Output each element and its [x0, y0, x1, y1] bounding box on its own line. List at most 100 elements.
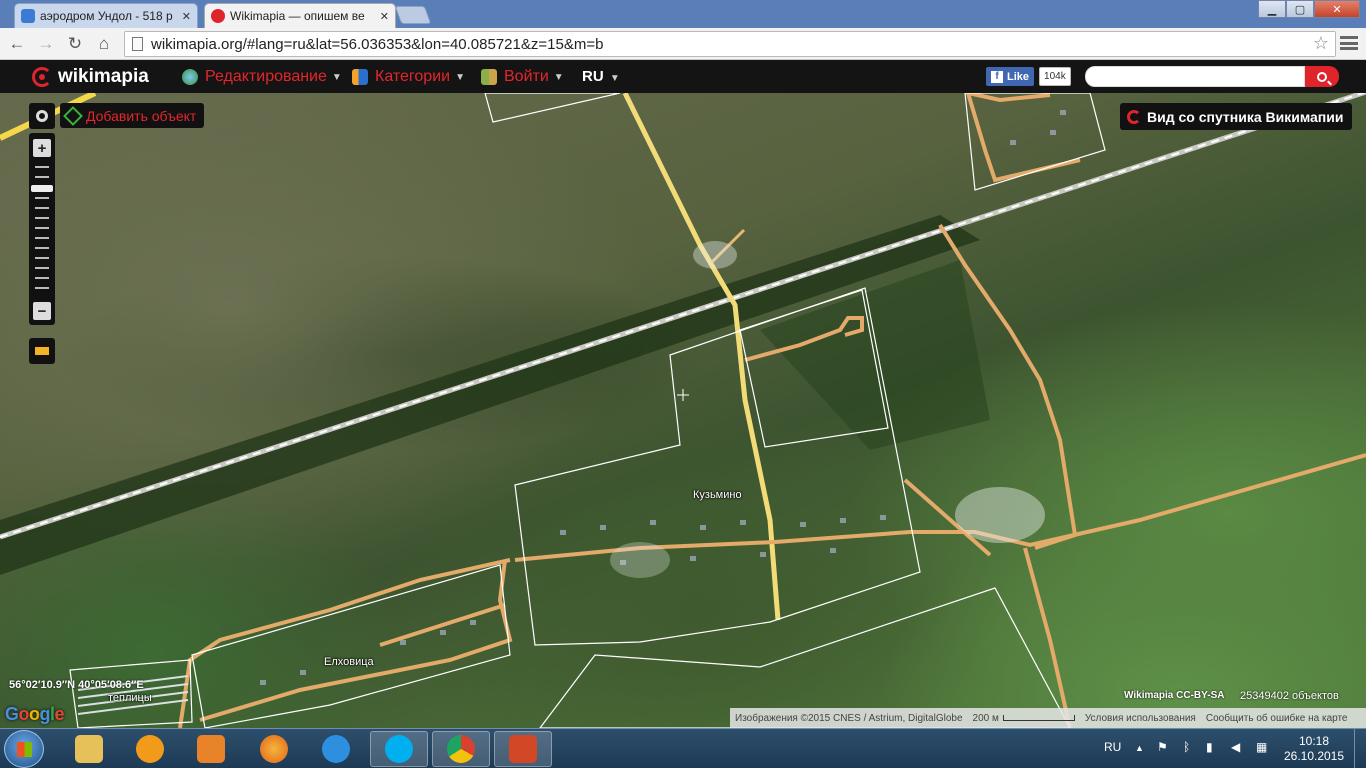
tab-title: аэродром Ундол - 518 р [40, 9, 173, 23]
login-door-icon [481, 69, 497, 85]
taskbar-video-player[interactable] [182, 731, 240, 767]
tab-wikimapia[interactable]: Wikimapia — опишем ве ✕ [204, 3, 396, 28]
taskbar-firefox[interactable] [245, 731, 303, 767]
windows-taskbar: RU ▲ ⚑ ᛒ ▮ ◀ ▦ 10:18 26.10.2015 [0, 728, 1366, 768]
slides-icon [509, 735, 537, 763]
scale-line [1002, 715, 1075, 721]
system-clock[interactable]: 10:18 26.10.2015 [1282, 734, 1346, 764]
satellite-view-button[interactable]: Вид со спутника Викимапии [1120, 103, 1353, 130]
network-icon[interactable]: ▦ [1256, 740, 1267, 754]
search-icon [1317, 71, 1327, 82]
add-object-button[interactable]: Добавить объект [60, 103, 205, 128]
map-canvas[interactable]: Кузьмино Елховица теплицы [0, 93, 1366, 728]
license-link[interactable]: Wikimapia CC-BY-SA [1124, 690, 1224, 701]
zoom-tick [35, 197, 49, 199]
zoom-tick [35, 277, 49, 279]
map-overlay [0, 93, 1366, 728]
tab-title: Wikimapia — опишем ве [230, 9, 365, 23]
facebook-like-button[interactable]: f Like [986, 67, 1035, 86]
close-tab-icon[interactable]: ✕ [182, 10, 191, 23]
zoom-in-button[interactable]: + [33, 139, 51, 157]
taskbar-explorer[interactable] [60, 731, 118, 767]
input-language[interactable]: RU [1104, 740, 1121, 754]
logo-letter: o [18, 704, 30, 724]
chrome-icon [447, 735, 475, 763]
back-button[interactable]: ← [6, 33, 28, 55]
taskbar-internet-explorer[interactable] [307, 731, 365, 767]
taskbar-presentation[interactable] [494, 731, 552, 767]
page-icon [132, 37, 143, 51]
place-label-kuzmino[interactable]: Кузьмино [693, 489, 742, 501]
maximize-button[interactable]: ▢ [1286, 0, 1314, 18]
volume-icon[interactable]: ◀ [1231, 740, 1240, 754]
address-bar[interactable]: wikimapia.org/#lang=ru&lat=56.036353&lon… [124, 31, 1336, 57]
add-object-label: Добавить объект [86, 107, 197, 124]
url-text: wikimapia.org/#lang=ru&lat=56.036353&lon… [151, 35, 604, 53]
home-button[interactable]: ⌂ [93, 33, 115, 55]
browser-menu-icon[interactable] [1340, 34, 1358, 52]
tab-search[interactable]: аэродром Ундол - 518 р ✕ [14, 3, 198, 28]
scale-bar: 200 м [968, 713, 1080, 724]
ruler-tool-button[interactable] [29, 338, 55, 364]
zoom-out-button[interactable]: − [33, 302, 51, 320]
firefox-icon [260, 735, 288, 763]
browser-tab-strip: аэродром Ундол - 518 р ✕ Wikimapia — опи… [0, 0, 1366, 28]
report-error-link[interactable]: Сообщить об ошибке на карте [1201, 713, 1353, 724]
cloud [610, 542, 670, 578]
facebook-like-widget: f Like 104k [986, 67, 1071, 86]
wikimapia-logo-icon [32, 67, 52, 87]
place-label-elkhovitsa[interactable]: Елховица [324, 656, 374, 668]
internet-explorer-icon [322, 735, 350, 763]
bookmark-star-icon[interactable]: ☆ [1313, 33, 1329, 54]
taskbar-aimp[interactable] [121, 731, 179, 767]
zoom-tick [35, 207, 49, 209]
cursor-coordinates: 56°02′10.9″N 40°05′08.6″E [9, 679, 144, 691]
scale-label: 200 м [972, 712, 999, 724]
wikimapia-logo[interactable]: wikimapia [32, 66, 149, 88]
action-center-flag-icon[interactable]: ⚑ [1157, 740, 1168, 754]
menu-login[interactable]: Войти ▼ [481, 68, 564, 86]
language-selector[interactable]: RU ▼ [582, 68, 620, 85]
close-window-button[interactable]: ✕ [1314, 0, 1360, 18]
wikimapia-satellite-icon [1127, 109, 1141, 124]
terms-link[interactable]: Условия использования [1080, 713, 1201, 724]
zoom-tick [35, 287, 49, 289]
zoom-tick [35, 227, 49, 229]
crosshair-cursor-icon [677, 389, 689, 401]
search-button[interactable] [1305, 66, 1339, 87]
google-logo[interactable]: Google [5, 704, 65, 725]
locate-control[interactable] [29, 103, 55, 129]
zoom-slider-thumb[interactable] [31, 185, 53, 192]
zoom-tick [35, 166, 49, 168]
bluetooth-icon[interactable]: ᛒ [1183, 740, 1190, 754]
taskbar-skype[interactable] [370, 731, 428, 767]
add-object-icon [63, 105, 83, 126]
show-hidden-icons[interactable]: ▲ [1135, 743, 1144, 753]
close-tab-icon[interactable]: ✕ [380, 10, 389, 23]
place-label-greenhouses[interactable]: теплицы [108, 692, 152, 704]
clock-date: 26.10.2015 [1283, 749, 1345, 763]
show-desktop-button[interactable] [1354, 729, 1366, 768]
start-button[interactable] [4, 730, 44, 768]
ruler-icon [35, 347, 49, 355]
cloud [955, 487, 1045, 543]
video-play-icon [197, 735, 225, 763]
taskbar-chrome[interactable] [432, 731, 490, 767]
window-controls: ▁ ▢ ✕ [1258, 0, 1360, 18]
new-tab-button[interactable] [394, 6, 432, 24]
zoom-tick [35, 257, 49, 259]
aimp-triangle-icon [136, 735, 164, 763]
menu-login-label: Войти [504, 68, 549, 85]
zoom-slider[interactable] [29, 133, 55, 325]
menu-categories[interactable]: Категории ▼ [352, 68, 465, 86]
logo-letter: e [54, 704, 65, 724]
reload-button[interactable]: ↻ [64, 33, 86, 55]
menu-categories-label: Категории [375, 68, 451, 85]
minimize-button[interactable]: ▁ [1258, 0, 1286, 18]
satellite-view-label: Вид со спутника Викимапии [1147, 108, 1344, 125]
forward-button[interactable]: → [35, 33, 57, 55]
menu-edit[interactable]: Редактирование ▼ [182, 68, 342, 86]
browser-toolbar: ← → ↻ ⌂ wikimapia.org/#lang=ru&lat=56.03… [0, 28, 1366, 60]
search-input[interactable] [1085, 66, 1305, 87]
battery-icon[interactable]: ▮ [1206, 740, 1213, 754]
